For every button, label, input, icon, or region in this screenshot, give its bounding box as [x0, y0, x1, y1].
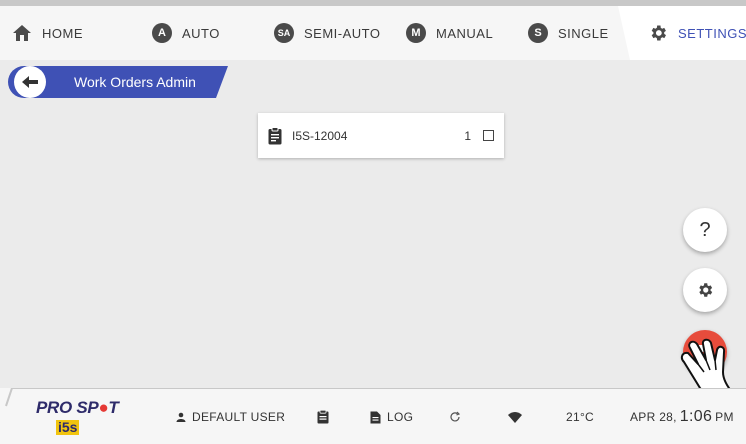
manual-badge-icon: M [406, 23, 426, 43]
help-icon: ? [699, 218, 711, 241]
user-indicator[interactable]: DEFAULT USER [176, 408, 285, 426]
single-badge-icon: S [528, 23, 548, 43]
tab-home[interactable]: HOME [0, 6, 140, 60]
tab-semi-auto[interactable]: SA SEMI-AUTO [244, 6, 394, 60]
home-icon [12, 24, 32, 42]
back-button[interactable] [14, 66, 46, 98]
page-title: Work Orders Admin [74, 74, 196, 90]
gear-icon [699, 283, 713, 297]
auto-badge-icon: A [152, 23, 172, 43]
log-label: LOG [387, 410, 414, 424]
settings-gear-icon [648, 23, 668, 43]
date-time: APR 28, 1:06 PM [630, 408, 734, 426]
settings-button[interactable] [683, 268, 727, 312]
back-arrow-icon [22, 76, 38, 88]
document-icon [370, 411, 381, 423]
wifi-icon [508, 411, 522, 423]
work-order-name: I5S-12004 [292, 128, 348, 143]
tab-auto[interactable]: A AUTO [122, 6, 262, 60]
temperature-readout: 21°C [566, 408, 594, 426]
ampm-value: PM [715, 410, 734, 424]
clipboard-icon [317, 410, 329, 424]
refresh-indicator[interactable] [449, 408, 467, 426]
tab-manual-label: MANUAL [436, 25, 494, 41]
semi-auto-badge-icon: SA [274, 23, 294, 43]
work-order-checkbox[interactable] [483, 130, 494, 141]
prospot-logo: PRO SP●T i5s [36, 398, 119, 435]
date-value: APR 28, [630, 410, 677, 424]
tab-manual[interactable]: M MANUAL [376, 6, 516, 60]
logo-model: i5s [56, 419, 80, 435]
work-order-quantity: 1 [464, 128, 471, 143]
tab-settings[interactable]: SETTINGS [618, 6, 746, 60]
tab-home-label: HOME [42, 25, 83, 41]
mode-tab-bar: HOME A AUTO SA SEMI-AUTO M MANUAL S SING… [0, 0, 746, 60]
user-icon [176, 412, 186, 422]
time-value: 1:06 [679, 408, 713, 425]
refresh-icon [450, 411, 461, 422]
user-name: DEFAULT USER [192, 410, 286, 424]
tab-single-label: SINGLE [558, 25, 609, 41]
log-button[interactable]: LOG [370, 408, 413, 426]
tab-settings-label: SETTINGS [678, 25, 746, 41]
temperature-value: 21°C [566, 410, 595, 424]
clipboard-icon [268, 126, 282, 144]
tab-single[interactable]: S SINGLE [498, 6, 638, 60]
work-order-item[interactable]: I5S-12004 1 [258, 113, 504, 158]
wifi-indicator [508, 408, 528, 426]
tab-semi-auto-label: SEMI-AUTO [304, 25, 381, 41]
help-button[interactable]: ? [683, 208, 727, 252]
work-order-status-button[interactable] [317, 408, 335, 426]
logo-brand: PRO SP●T [36, 398, 119, 417]
tab-auto-label: AUTO [182, 25, 220, 41]
